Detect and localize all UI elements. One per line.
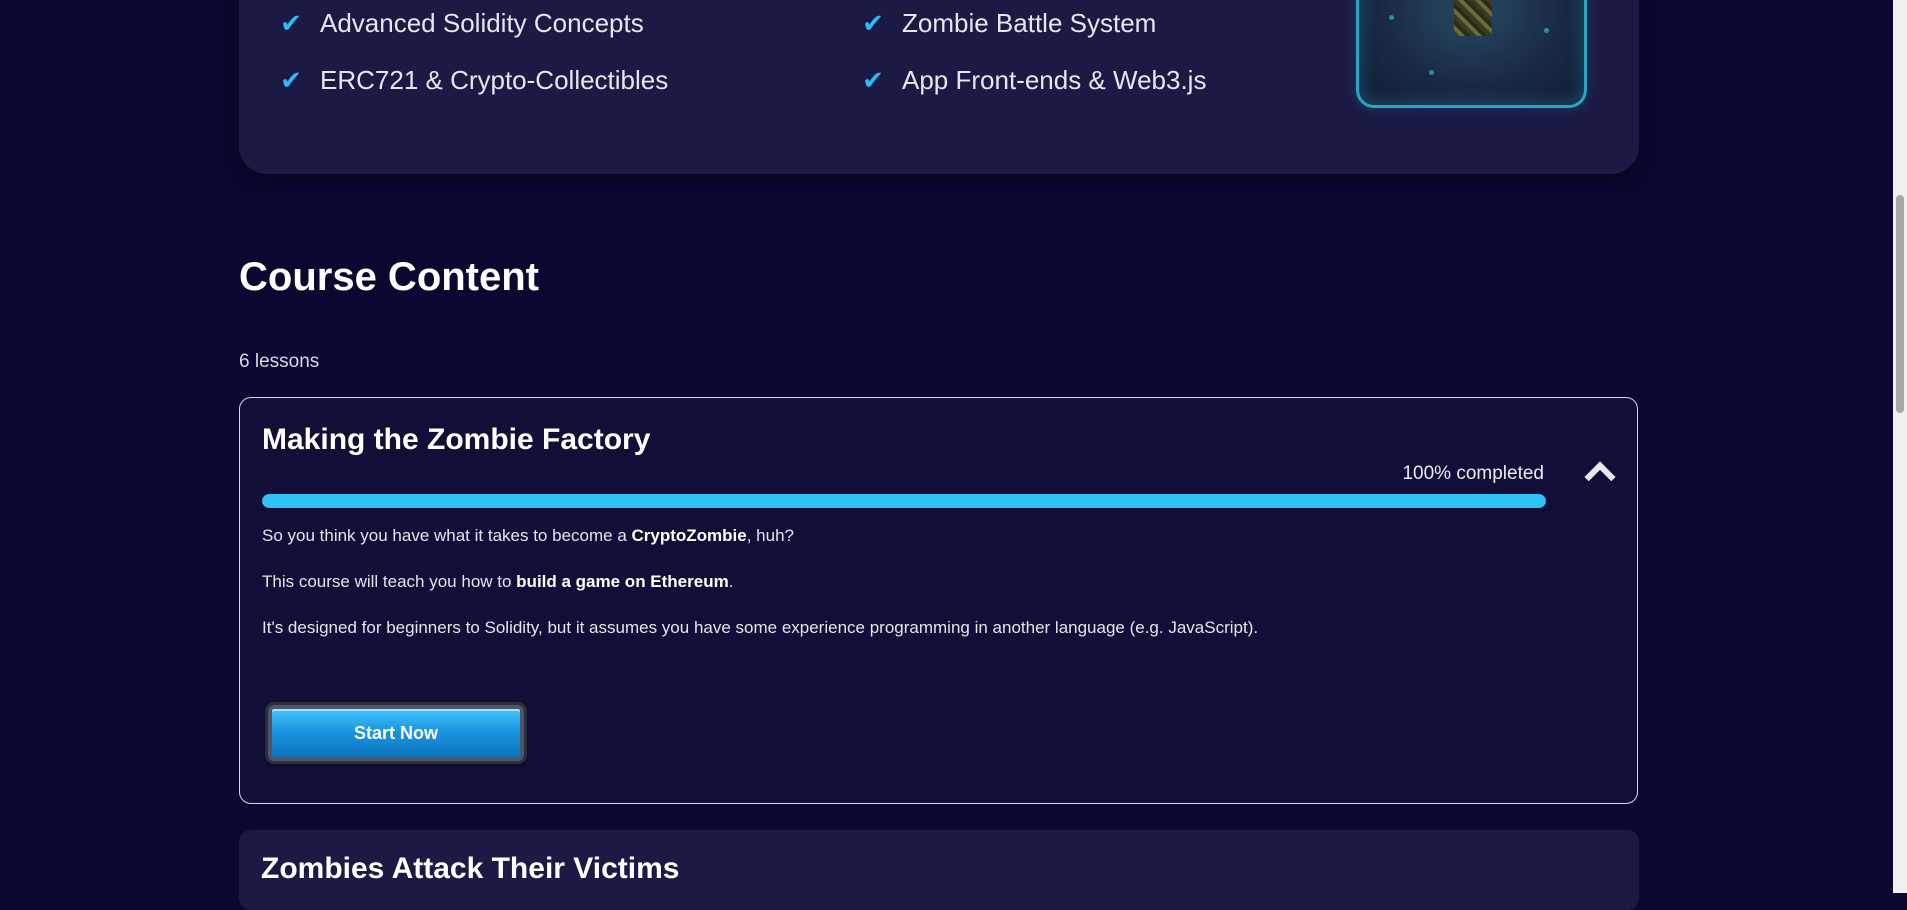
lesson-description-1: So you think you have what it takes to b… [262,526,794,545]
sparkle-dot [1544,28,1549,33]
lesson-card-expanded: Making the Zombie Factory 100% completed… [239,397,1638,804]
page: ✔ Advanced Solidity Concepts ✔ Zombie Ba… [0,0,1893,910]
check-icon: ✔ [862,7,884,38]
chevron-up-icon [1584,461,1616,493]
collapse-button[interactable] [1583,455,1617,493]
feature-label: Advanced Solidity Concepts [320,7,644,38]
feature-label: Zombie Battle System [902,7,1157,38]
lesson-title: Making the Zombie Factory [262,423,651,456]
lesson-title: Zombies Attack Their Victims [261,852,680,885]
lessons-count: 6 lessons [239,351,320,372]
scrollbar-thumb[interactable] [1896,195,1904,413]
feature-item: ✔ ERC721 & Crypto-Collectibles [278,57,860,103]
progress-fill [262,494,1546,508]
section-title: Course Content [239,255,539,299]
lesson-description-3: It's designed for beginners to Solidity,… [262,618,1259,637]
check-icon: ✔ [862,64,884,95]
lesson-description-2: This course will teach you how to build … [262,572,734,591]
scrollbar[interactable] [1893,0,1907,893]
progress-bar [262,494,1546,508]
feature-item: ✔ App Front-ends & Web3.js [860,57,1278,103]
lesson-card-collapsed[interactable]: Zombies Attack Their Victims [239,830,1639,910]
zombie-card-image [1356,0,1587,108]
feature-item: ✔ Zombie Battle System [860,0,1278,46]
check-icon: ✔ [280,64,302,95]
check-icon: ✔ [280,7,302,38]
feature-item: ✔ Advanced Solidity Concepts [278,0,860,46]
zombie-figure [1454,0,1492,36]
progress-text: 100% completed [1402,463,1544,484]
sparkle-dot [1389,15,1394,20]
sparkle-dot [1429,70,1434,75]
feature-label: ERC721 & Crypto-Collectibles [320,64,669,95]
start-now-button[interactable]: Start Now [268,705,524,761]
feature-label: App Front-ends & Web3.js [902,64,1207,95]
feature-list: ✔ Advanced Solidity Concepts ✔ Zombie Ba… [278,0,1278,120]
